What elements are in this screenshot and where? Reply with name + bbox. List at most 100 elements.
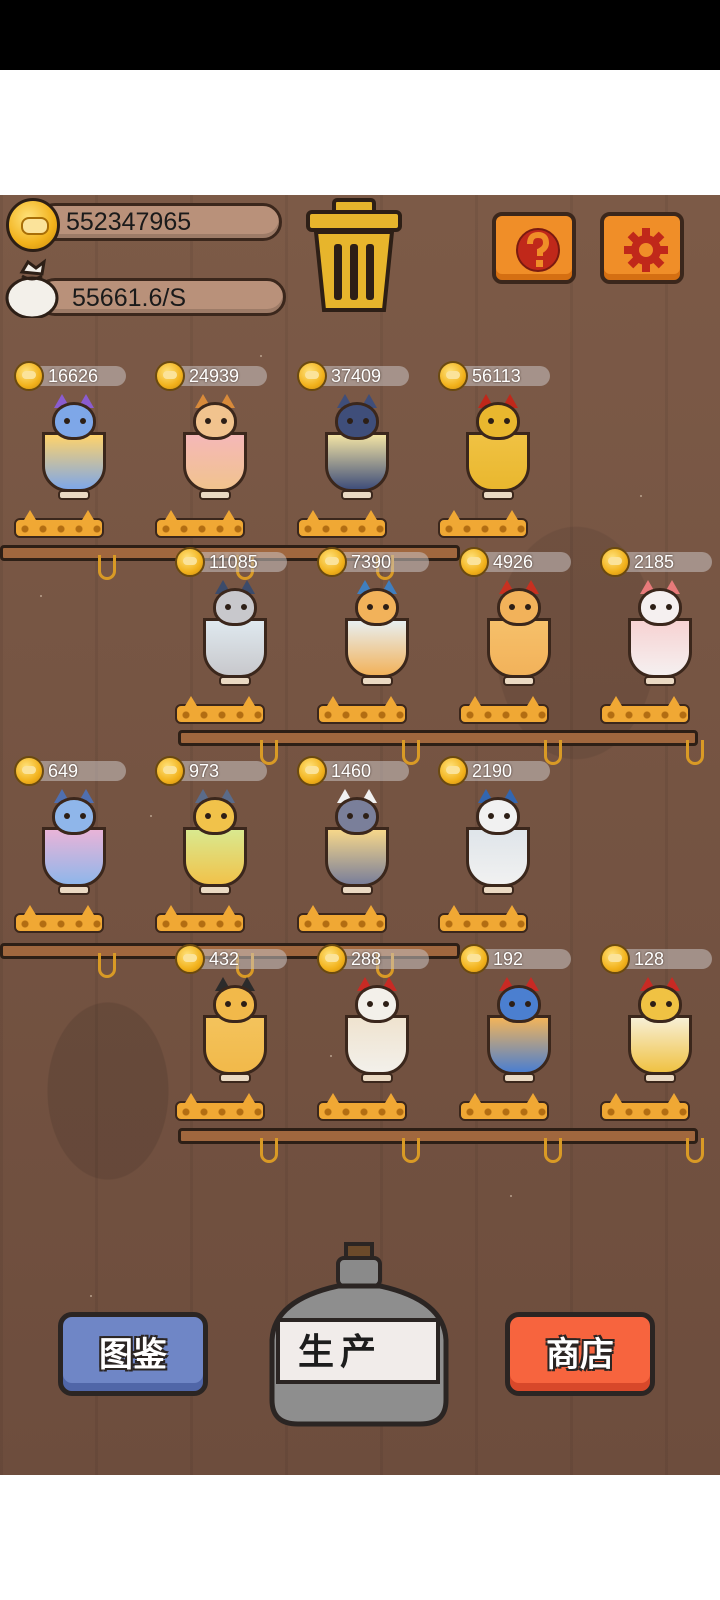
price-tag: 128	[600, 944, 712, 974]
price-tag: 432	[175, 944, 287, 974]
price-value: 16626	[48, 366, 99, 386]
cat-slot[interactable]: 11085	[175, 547, 295, 728]
llama-cat-smoothie[interactable]	[169, 394, 261, 504]
sunglasses-cat-glass[interactable]	[189, 977, 281, 1087]
price-tag: 16626	[14, 361, 126, 391]
golden-armor-cat-cup[interactable]	[614, 977, 706, 1087]
cup-base	[341, 885, 373, 895]
coin-icon	[175, 547, 205, 577]
black-cat-grapes-glass[interactable]	[311, 394, 403, 504]
wood-speck	[90, 1295, 92, 1297]
cat-slot[interactable]: 649	[14, 756, 134, 937]
price-value: 4926	[493, 552, 534, 572]
money-bag-icon	[5, 258, 59, 318]
cat-stand	[175, 1093, 265, 1121]
cat-head	[355, 985, 399, 1023]
price-value: 1460	[331, 761, 372, 781]
red-jacket-cat-bowl[interactable]	[331, 977, 423, 1087]
atlas-button[interactable]: 图鉴	[58, 1312, 208, 1396]
coin-icon	[438, 756, 468, 786]
price-value: 192	[493, 949, 524, 969]
coin-icon	[459, 547, 489, 577]
coin-icon	[14, 361, 44, 391]
cat-eye	[64, 813, 70, 819]
cat-slot[interactable]: 56113	[438, 361, 558, 542]
price-value: 56113	[472, 366, 521, 386]
cat-eye	[347, 418, 353, 424]
detective-cat-bowl[interactable]	[189, 580, 281, 690]
price-tag: 11085	[175, 547, 287, 577]
yellow-cat-teapot[interactable]	[452, 394, 544, 504]
cat-eye	[363, 813, 369, 819]
price-value: 288	[351, 949, 382, 969]
cup-base	[361, 676, 393, 686]
cat-slot[interactable]: 4926	[459, 547, 579, 728]
cat-head	[497, 588, 541, 626]
price-tag: 1460	[297, 756, 409, 786]
cat-eye	[205, 418, 211, 424]
cat-eye	[367, 604, 373, 610]
cat-stand	[438, 905, 528, 933]
cat-eye	[650, 1001, 656, 1007]
blue-cape-cat-cup[interactable]	[331, 580, 423, 690]
cat-eye	[488, 418, 494, 424]
cat-eye	[363, 418, 369, 424]
cat-slot[interactable]: 288	[317, 944, 437, 1125]
cup-glass	[203, 618, 267, 678]
price-value: 128	[634, 949, 665, 969]
price-value: 24939	[189, 366, 240, 386]
cat-slot[interactable]: 16626	[14, 361, 134, 542]
red-hat-cat-glass[interactable]	[473, 580, 565, 690]
settings-button[interactable]	[600, 212, 684, 284]
coin-icon	[297, 756, 327, 786]
coin-icon	[175, 944, 205, 974]
blue-robe-cat-bowl[interactable]	[452, 789, 544, 899]
blue-cat-pitcher[interactable]	[473, 977, 565, 1087]
price-value: 11085	[209, 552, 258, 572]
cat-slot[interactable]: 128	[600, 944, 720, 1125]
cat-slot[interactable]: 24939	[155, 361, 275, 542]
price-tag: 56113	[438, 361, 550, 391]
wizard-cat-beer-mug[interactable]	[28, 394, 120, 504]
shop-button[interactable]: 商店	[505, 1312, 655, 1396]
cat-eye	[488, 813, 494, 819]
status-bar	[0, 0, 720, 70]
price-value: 37409	[331, 366, 382, 386]
help-button[interactable]	[492, 212, 576, 284]
cup-glass	[345, 1015, 409, 1075]
cat-slot[interactable]: 1460	[297, 756, 417, 937]
cat-slot[interactable]: 2185	[600, 547, 720, 728]
twin-cats-beer[interactable]	[311, 789, 403, 899]
sunflower-cat-glass[interactable]	[169, 789, 261, 899]
income-rate: 55661.6/S	[72, 284, 186, 312]
cat-stand	[317, 1093, 407, 1121]
cat-eye	[225, 604, 231, 610]
cat-head	[52, 402, 96, 440]
blue-cat-wine-glass[interactable]	[28, 789, 120, 899]
shelf	[178, 730, 698, 746]
gear-icon	[624, 228, 668, 272]
cup-glass	[325, 432, 389, 492]
question-icon	[516, 228, 560, 272]
cat-head	[213, 588, 257, 626]
cat-slot[interactable]: 37409	[297, 361, 417, 542]
cup-glass	[183, 432, 247, 492]
trash-can-icon[interactable]	[304, 198, 404, 316]
cup-base	[361, 1073, 393, 1083]
price-value: 649	[48, 761, 79, 781]
cat-slot[interactable]: 2190	[438, 756, 558, 937]
cat-slot[interactable]: 432	[175, 944, 295, 1125]
cat-slot[interactable]: 973	[155, 756, 275, 937]
shop-label: 商店	[546, 1336, 614, 1374]
cat-slot[interactable]: 192	[459, 944, 579, 1125]
coin-icon	[317, 944, 347, 974]
price-tag: 2190	[438, 756, 550, 786]
cup-glass	[628, 618, 692, 678]
cat-eye	[383, 604, 389, 610]
cat-head	[335, 402, 379, 440]
produce-button[interactable]: 生产	[276, 1318, 440, 1384]
white-cat-sundae[interactable]	[614, 580, 706, 690]
cat-eye	[347, 813, 353, 819]
cat-slot[interactable]: 7390	[317, 547, 437, 728]
cat-eye	[504, 418, 510, 424]
